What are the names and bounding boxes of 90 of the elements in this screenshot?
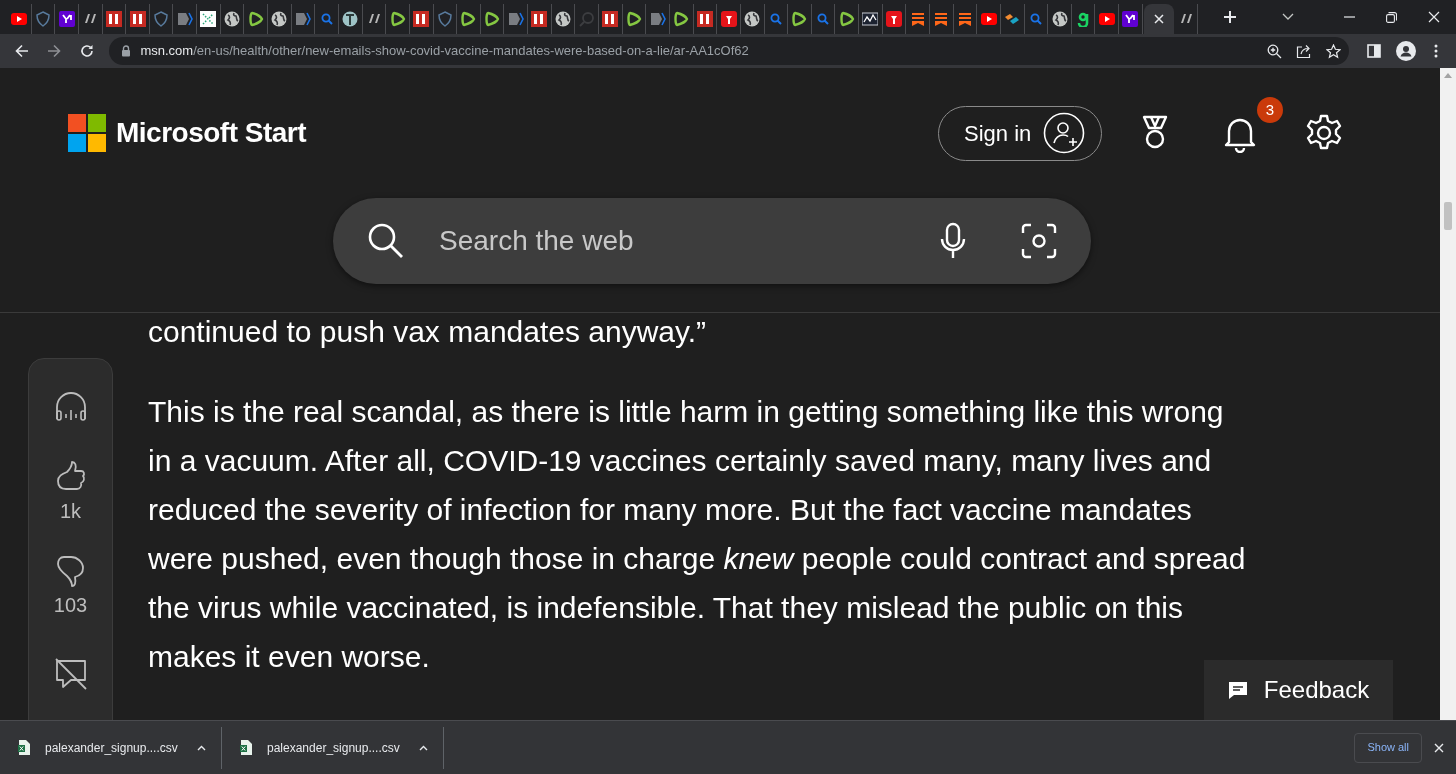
play-icon: [1098, 11, 1115, 27]
zoom-icon[interactable]: [1266, 43, 1282, 59]
square-icon: [58, 11, 75, 27]
search-input: Search the web: [439, 220, 939, 262]
square-icon: [105, 11, 122, 27]
restore-icon: [1385, 11, 1397, 23]
microphone-icon[interactable]: [939, 222, 967, 260]
profile-icon: [1396, 41, 1417, 61]
brand-name: Microsoft Start: [116, 116, 307, 150]
add-user-icon: [1043, 112, 1086, 154]
close-icon[interactable]: [1153, 14, 1164, 24]
chart-icon: [862, 11, 879, 27]
blocks-icon: [1004, 11, 1021, 27]
play-icon: [838, 11, 855, 27]
side-panel-icon: [1367, 44, 1382, 58]
play-icon: [791, 11, 808, 27]
square-icon: [531, 11, 548, 27]
square-icon: [602, 11, 619, 27]
browser-tab[interactable]: [528, 4, 552, 34]
close-icon: [1434, 742, 1444, 753]
globe-icon: [224, 11, 241, 27]
play-icon: [484, 11, 501, 27]
shield-icon: [34, 11, 51, 27]
feedback-button[interactable]: Feedback: [1204, 660, 1393, 720]
square-icon: [696, 11, 713, 27]
chevron-icon: [649, 11, 666, 27]
star-icon[interactable]: [1325, 43, 1341, 59]
forward-arrow-icon: [46, 44, 61, 58]
chevron-down-icon: [1282, 13, 1294, 21]
article-paragraph: continued to push vax mandates anyway.”: [148, 314, 708, 350]
play-icon: [389, 11, 406, 27]
play-icon: [980, 11, 997, 27]
chevron-icon: [507, 11, 524, 27]
url-text: msn.com/en-us/health/other/new-emails-show-covid-vaccine-mandates-were-based-on-a-lie/ar-AA1cOf62: [140, 42, 749, 61]
spreadsheet-file-icon: [240, 740, 252, 755]
globe-icon: [744, 11, 761, 27]
chevron-up-icon: [196, 744, 206, 751]
play-icon: [460, 11, 477, 27]
lock-icon: [121, 45, 132, 57]
address-field[interactable]: msn.com/en-us/health/other/new-emails-show-covid-vaccine-mandates-were-based-on-a-lie/ar-AA1cOf62: [109, 37, 1349, 65]
browser-tab[interactable]: [197, 4, 221, 34]
square-icon: [129, 11, 146, 27]
shield-icon: [436, 11, 453, 27]
scrollbar-thumb[interactable]: [1444, 202, 1452, 230]
chevron-up-icon: [418, 744, 428, 751]
scrollbar[interactable]: [1440, 68, 1456, 720]
tile-icon: [200, 11, 217, 27]
notification-badge: 3: [1257, 97, 1283, 123]
search-field[interactable]: Search the web: [333, 198, 1091, 284]
globe-icon: [271, 11, 288, 27]
square-icon: [1122, 11, 1139, 27]
download-filename[interactable]: palexander_signup....csv: [267, 738, 400, 757]
comments-off-icon[interactable]: [53, 658, 88, 690]
play-icon: [11, 11, 28, 27]
browser-tab[interactable]: [8, 4, 32, 34]
headphones-icon[interactable]: [53, 389, 88, 423]
chevron-icon: [176, 11, 193, 27]
message-icon: [1227, 680, 1248, 700]
bookmark-icon: [933, 11, 950, 27]
bookmark-icon: [909, 11, 926, 27]
minimize-icon: [1343, 16, 1355, 18]
show-all-button[interactable]: Show all: [1354, 732, 1422, 763]
reload-icon: [80, 44, 95, 58]
play-icon: [247, 11, 264, 27]
browser-tab[interactable]: [599, 4, 623, 34]
bookmark-icon: [956, 11, 973, 27]
search-icon: [367, 222, 405, 260]
globe-icon: [555, 11, 572, 27]
share-icon[interactable]: [1295, 43, 1312, 59]
chevron-icon: [295, 11, 311, 27]
browser-tab[interactable]: [859, 4, 883, 34]
download-filename[interactable]: palexander_signup....csv: [45, 738, 178, 757]
close-icon: [1428, 11, 1440, 23]
globe-icon: [1051, 11, 1068, 27]
square-icon: [413, 11, 430, 27]
spreadsheet-file-icon: [18, 740, 30, 755]
play-icon: [673, 11, 690, 27]
visual-search-icon[interactable]: [1021, 223, 1057, 259]
menu-icon: [1434, 44, 1439, 58]
plus-icon: [1223, 10, 1238, 24]
shield-icon: [153, 11, 170, 27]
browser-tab[interactable]: [1119, 4, 1143, 34]
back-arrow-icon: [14, 44, 29, 58]
windows-logo-icon: [68, 114, 106, 152]
search-icon: [578, 11, 595, 27]
globe-icon: [342, 11, 359, 27]
play-icon: [625, 11, 642, 27]
like-count: 1k: [59, 499, 82, 524]
dislike-count: 103: [53, 593, 88, 618]
thumbs-down-icon[interactable]: [55, 554, 86, 588]
